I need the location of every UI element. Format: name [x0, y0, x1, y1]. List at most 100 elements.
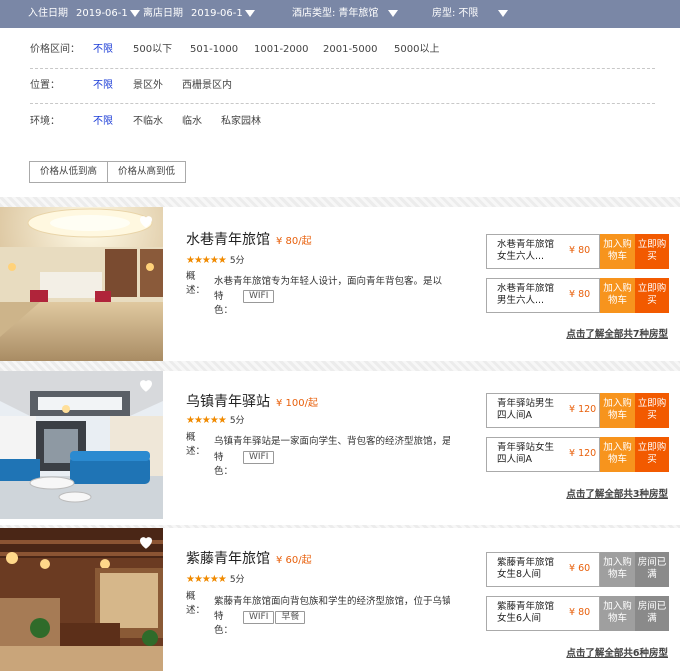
buy-now-button[interactable]: 立即购买 — [635, 278, 669, 313]
buy-now-button[interactable]: 立即购买 — [635, 234, 669, 269]
search-bar: 入住日期 2019-06-1 离店日期 2019-06-1 酒店类型: 青年旅馆 房型… — [0, 0, 680, 28]
feature-tag: WIFI — [243, 290, 275, 303]
room-info[interactable]: 紫藤青年旅馆女生8人间 ¥ 60 — [486, 552, 600, 587]
description-label: 概述： — [186, 591, 206, 616]
section-divider — [0, 197, 680, 207]
checkin-label: 入住日期 — [28, 8, 68, 19]
price-option-2001-5000[interactable]: 2001-5000 — [323, 43, 378, 57]
room-full-button[interactable]: 房间已满 — [635, 596, 669, 631]
price-option-501-1000[interactable]: 501-1000 — [190, 43, 238, 57]
chevron-down-icon[interactable] — [129, 9, 140, 17]
room-option: 青年驿站男生四人间A ¥ 120 加入购物车 立即购买 — [486, 393, 669, 428]
hotel-price-from: ¥ 100/起 — [276, 398, 318, 409]
price-option-any[interactable]: 不限 — [93, 43, 113, 57]
all-room-types-link[interactable]: 点击了解全部共7种房型 — [566, 326, 668, 340]
rating: ★★★★★ 5分 — [186, 253, 245, 266]
hotel-title-row: 乌镇青年驿站 ¥ 100/起 — [186, 391, 318, 411]
room-option: 水巷青年旅馆女生六人... ¥ 80 加入购物车 立即购买 — [486, 234, 669, 269]
add-to-cart-button[interactable]: 加入购物车 — [600, 278, 635, 313]
rating-score: 5分 — [229, 575, 245, 585]
checkin-value: 2019-06-1 — [76, 8, 128, 19]
environment-option-any[interactable]: 不限 — [93, 115, 113, 129]
features-label: 特色： — [214, 291, 234, 316]
room-type-label: 房型: — [432, 8, 456, 19]
hotel-photo[interactable] — [0, 371, 163, 525]
checkin-date-field[interactable]: 入住日期 2019-06-1 — [28, 0, 140, 28]
features-label: 特色： — [214, 611, 234, 636]
room-option: 紫藤青年旅馆女生8人间 ¥ 60 加入购物车 房间已满 — [486, 552, 669, 587]
location-option-xizha[interactable]: 西栅景区内 — [182, 79, 232, 93]
hotel-description: 水巷青年旅馆专为年轻人设计，面向青年背包客。是以 — [214, 276, 443, 287]
hotel-name[interactable]: 紫藤青年旅馆 — [186, 551, 270, 567]
room-full-button[interactable]: 房间已满 — [635, 552, 669, 587]
add-to-cart-button[interactable]: 加入购物车 — [600, 596, 635, 631]
environment-filter-label: 环境： — [30, 116, 60, 127]
add-to-cart-button[interactable]: 加入购物车 — [600, 393, 635, 428]
divider — [30, 68, 655, 69]
hotel-photo[interactable] — [0, 207, 163, 361]
sort-high-to-low-button[interactable]: 价格从高到低 — [107, 162, 186, 182]
price-option-under-500[interactable]: 500以下 — [133, 43, 172, 57]
price-option-over-5000[interactable]: 5000以上 — [394, 43, 439, 57]
room-option: 水巷青年旅馆男生六人... ¥ 80 加入购物车 立即购买 — [486, 278, 669, 313]
favorite-heart-icon[interactable] — [137, 212, 155, 230]
add-to-cart-button[interactable]: 加入购物车 — [600, 437, 635, 472]
rating-score: 5分 — [229, 416, 245, 426]
favorite-heart-icon[interactable] — [137, 376, 155, 394]
chevron-down-icon[interactable] — [244, 9, 255, 17]
sort-group: 价格从低到高 价格从高到低 — [29, 161, 187, 183]
room-info[interactable]: 水巷青年旅馆女生六人... ¥ 80 — [486, 234, 600, 269]
room-name: 青年驿站女生四人间A — [497, 442, 555, 465]
favorite-heart-icon[interactable] — [137, 533, 155, 551]
environment-option-private-garden[interactable]: 私家园林 — [221, 115, 261, 129]
room-price: ¥ 80 — [569, 289, 591, 300]
rating: ★★★★★ 5分 — [186, 572, 245, 585]
checkout-date-field[interactable]: 离店日期 2019-06-1 — [143, 0, 255, 28]
environment-option-not-waterside[interactable]: 不临水 — [133, 115, 163, 129]
location-option-any[interactable]: 不限 — [93, 79, 113, 93]
hotel-name[interactable]: 水巷青年旅馆 — [186, 232, 270, 248]
checkout-value: 2019-06-1 — [191, 8, 243, 19]
section-divider — [0, 361, 680, 371]
chevron-down-icon[interactable] — [388, 9, 399, 17]
add-to-cart-button[interactable]: 加入购物车 — [600, 234, 635, 269]
room-info[interactable]: 水巷青年旅馆男生六人... ¥ 80 — [486, 278, 600, 313]
room-type-select[interactable]: 房型: 不限 — [432, 0, 509, 28]
room-option: 青年驿站女生四人间A ¥ 120 加入购物车 立即购买 — [486, 437, 669, 472]
room-name: 水巷青年旅馆女生六人... — [497, 239, 555, 262]
chevron-down-icon[interactable] — [498, 9, 509, 17]
price-filter-label: 价格区间： — [30, 44, 80, 55]
buy-now-button[interactable]: 立即购买 — [635, 393, 669, 428]
room-price: ¥ 120 — [569, 448, 597, 459]
features-label: 特色： — [214, 452, 234, 477]
hotel-type-value: 青年旅馆 — [338, 8, 379, 19]
feature-tags: WIFI 早餐 — [243, 611, 306, 624]
hotel-price-from: ¥ 60/起 — [276, 555, 312, 566]
hotel-name[interactable]: 乌镇青年驿站 — [186, 394, 270, 410]
room-price: ¥ 80 — [569, 607, 591, 618]
location-option-outside[interactable]: 景区外 — [133, 79, 163, 93]
room-price: ¥ 80 — [569, 245, 591, 256]
add-to-cart-button[interactable]: 加入购物车 — [600, 552, 635, 587]
room-name: 水巷青年旅馆男生六人... — [497, 283, 555, 306]
buy-now-button[interactable]: 立即购买 — [635, 437, 669, 472]
price-option-1001-2000[interactable]: 1001-2000 — [254, 43, 309, 57]
divider — [30, 103, 655, 104]
environment-option-waterside[interactable]: 临水 — [182, 115, 202, 129]
room-info[interactable]: 青年驿站男生四人间A ¥ 120 — [486, 393, 600, 428]
hotel-photo[interactable] — [0, 528, 163, 671]
hotel-type-label: 酒店类型: — [292, 8, 336, 19]
hotel-title-row: 水巷青年旅馆 ¥ 80/起 — [186, 229, 312, 249]
room-type-value: 不限 — [458, 8, 479, 19]
feature-tag: WIFI — [243, 451, 275, 464]
rating-score: 5分 — [229, 256, 245, 266]
hotel-type-select[interactable]: 酒店类型: 青年旅馆 — [292, 0, 399, 28]
all-room-types-link[interactable]: 点击了解全部共6种房型 — [566, 645, 668, 659]
description-label: 概述： — [186, 432, 206, 457]
all-room-types-link[interactable]: 点击了解全部共3种房型 — [566, 486, 668, 500]
star-rating: ★★★★★ — [186, 255, 227, 266]
sort-low-to-high-button[interactable]: 价格从低到高 — [30, 162, 108, 182]
room-info[interactable]: 青年驿站女生四人间A ¥ 120 — [486, 437, 600, 472]
feature-tag: 早餐 — [275, 611, 306, 624]
room-info[interactable]: 紫藤青年旅馆女生6人间 ¥ 80 — [486, 596, 600, 631]
